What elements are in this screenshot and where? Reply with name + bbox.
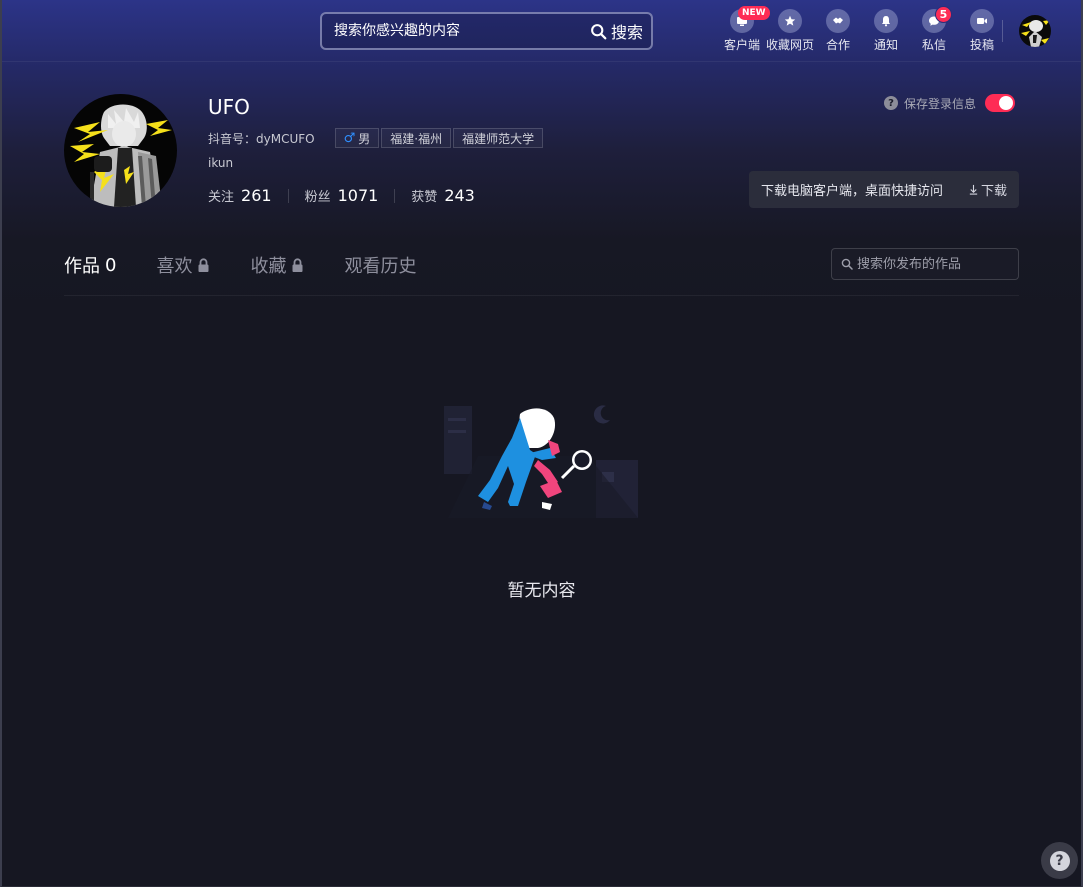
help-button[interactable]: ?	[1041, 842, 1078, 879]
top-header: 搜索 NEW 客户端 收藏网页 合作	[2, 0, 1081, 62]
stat-likes-label: 获赞	[411, 190, 438, 205]
male-icon: ♂	[343, 130, 356, 146]
profile-info-row: 抖音号：dyMCUFO ♂ 男 福建·福州 福建师范大学	[208, 128, 545, 148]
tab-history[interactable]: 观看历史	[344, 252, 416, 278]
stat-likes-value: 243	[444, 186, 475, 205]
tab-history-label: 观看历史	[344, 256, 417, 277]
lock-icon	[292, 257, 303, 272]
stat-divider	[287, 188, 289, 203]
message-count-badge: 5	[935, 6, 952, 23]
download-message: 下载电脑客户端，桌面快捷访问	[761, 184, 944, 199]
empty-state-text: 暂无内容	[507, 581, 576, 601]
save-login-toggle[interactable]	[985, 94, 1015, 112]
stat-following-label: 关注	[208, 190, 235, 205]
tab-works[interactable]: 作品 0	[64, 252, 116, 278]
nav-messages[interactable]: 5 私信	[910, 0, 958, 62]
profile-nickname: UFO	[208, 95, 250, 119]
search-icon	[841, 258, 853, 270]
tab-favorites-label: 收藏	[250, 256, 287, 277]
stat-followers[interactable]: 粉丝 1071	[305, 186, 379, 205]
tab-works-count: 0	[105, 254, 117, 276]
download-banner: 下载电脑客户端，桌面快捷访问 下载	[749, 171, 1019, 208]
tab-likes[interactable]: 喜欢	[156, 252, 210, 278]
tab-likes-label: 喜欢	[156, 256, 193, 277]
lock-icon	[198, 257, 209, 272]
help-icon: ?	[1049, 850, 1070, 871]
new-badge: NEW	[738, 6, 770, 20]
save-login-label: 保存登录信息	[903, 96, 976, 111]
nav-bookmark-label: 收藏网页	[766, 38, 815, 52]
works-search-input[interactable]	[857, 249, 1015, 279]
download-button[interactable]: 下载	[968, 171, 1007, 208]
nav-upload[interactable]: 投稿	[958, 0, 1006, 62]
location-tag: 福建·福州	[381, 128, 452, 148]
star-icon	[778, 9, 802, 33]
profile-tabs: 作品 0 喜欢 收藏 观看历史	[64, 252, 456, 278]
stat-divider	[394, 188, 396, 203]
gender-label: 男	[358, 131, 371, 146]
profile-avatar[interactable]	[64, 94, 177, 207]
nav-notifications-label: 通知	[873, 38, 898, 52]
save-login-setting: ? 保存登录信息	[883, 94, 1015, 112]
stat-following-value: 261	[241, 186, 272, 205]
empty-state-illustration	[444, 405, 638, 518]
nav-messages-label: 私信	[921, 38, 946, 52]
handshake-icon	[826, 9, 850, 33]
header-divider	[1002, 20, 1003, 42]
profile-stats: 关注 261 粉丝 1071 获赞 243	[208, 186, 475, 205]
gender-tag: ♂ 男	[334, 128, 380, 148]
search-bar: 搜索	[320, 12, 653, 50]
nav-client-label: 客户端	[723, 38, 760, 52]
app-window: 搜索 NEW 客户端 收藏网页 合作	[0, 0, 1083, 887]
toggle-knob	[999, 96, 1013, 110]
help-icon[interactable]: ?	[883, 96, 898, 110]
stat-likes[interactable]: 获赞 243	[411, 186, 475, 205]
nav-notifications[interactable]: 通知	[862, 0, 910, 62]
school-tag: 福建师范大学	[453, 128, 544, 148]
header-nav: NEW 客户端 收藏网页 合作 通知 5 私信 投稿	[718, 0, 1006, 62]
tabs-divider	[64, 295, 1019, 296]
tab-works-label: 作品	[64, 256, 100, 277]
upload-video-icon	[970, 9, 994, 33]
search-input[interactable]	[334, 14, 584, 48]
bell-icon	[874, 9, 898, 33]
nav-cooperation-label: 合作	[825, 38, 850, 52]
stat-following[interactable]: 关注 261	[208, 186, 272, 205]
user-avatar[interactable]	[1019, 15, 1051, 47]
search-icon	[591, 23, 607, 39]
nav-cooperation[interactable]: 合作	[814, 0, 862, 62]
profile-signature: ikun	[208, 156, 234, 170]
search-button[interactable]: 搜索	[590, 14, 643, 48]
tab-favorites[interactable]: 收藏	[250, 252, 304, 278]
stat-followers-value: 1071	[337, 186, 379, 205]
stat-followers-label: 粉丝	[304, 190, 331, 205]
nav-client[interactable]: NEW 客户端	[718, 0, 770, 62]
download-button-label: 下载	[980, 184, 1007, 199]
works-search	[831, 248, 1019, 280]
account-id: 抖音号：dyMCUFO	[208, 131, 315, 146]
download-icon	[969, 184, 978, 195]
nav-bookmark[interactable]: 收藏网页	[766, 0, 814, 62]
nav-upload-label: 投稿	[969, 38, 994, 52]
search-button-label: 搜索	[610, 23, 643, 42]
